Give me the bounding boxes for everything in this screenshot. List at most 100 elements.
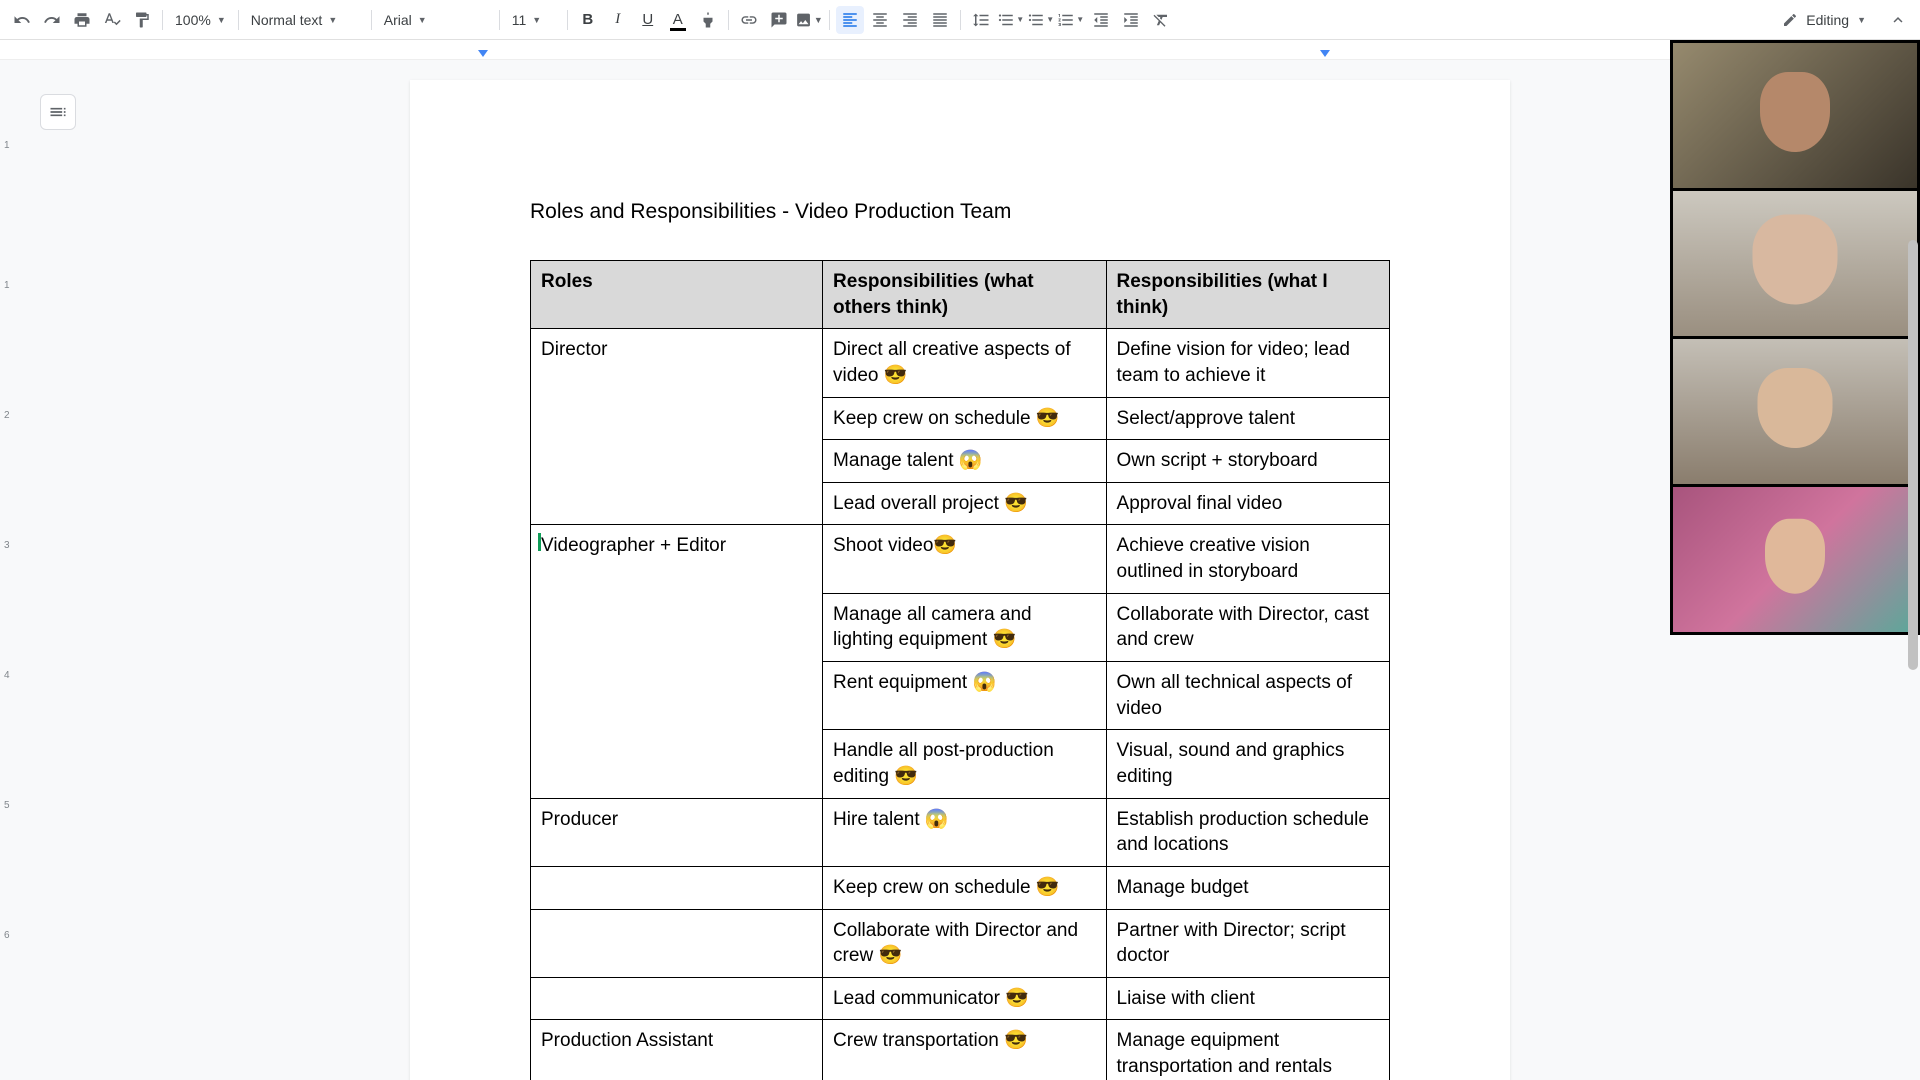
header-roles[interactable]: Roles (531, 261, 823, 329)
cell-resp-others[interactable]: Crew transportation 😎 (823, 1020, 1106, 1080)
cell-resp-others[interactable]: Manage all camera and lighting equipment… (823, 593, 1106, 661)
align-right-button[interactable] (896, 6, 924, 34)
vertical-ruler[interactable]: 1 1 2 3 4 5 6 (0, 60, 20, 1080)
print-button[interactable] (68, 6, 96, 34)
fontsize-dropdown[interactable]: 11 ▼ (506, 6, 561, 34)
vertical-scrollbar[interactable] (1908, 200, 1918, 810)
cell-resp-others[interactable]: Rent equipment 😱 (823, 662, 1106, 730)
scroll-thumb[interactable] (1908, 240, 1918, 670)
document-outline-button[interactable] (40, 94, 76, 130)
table-row[interactable]: Videographer + EditorShoot video😎Achieve… (531, 525, 1390, 593)
italic-button[interactable]: I (604, 6, 632, 34)
roles-table[interactable]: Roles Responsibilities (what others thin… (530, 260, 1390, 1080)
document-canvas[interactable]: 1 1 2 3 4 5 6 Roles and Responsibilities… (0, 60, 1920, 1080)
table-row[interactable]: ProducerHire talent 😱Establish productio… (531, 798, 1390, 866)
cell-role[interactable] (531, 977, 823, 1020)
table-row[interactable]: Keep crew on schedule 😎Manage budget (531, 866, 1390, 909)
numbered-list-button[interactable]: ▼ (1057, 6, 1085, 34)
chevron-down-icon: ▼ (814, 15, 823, 25)
zoom-value: 100% (175, 12, 211, 28)
editing-mode-button[interactable]: Editing ▼ (1772, 5, 1876, 35)
insert-link-button[interactable] (735, 6, 763, 34)
insert-comment-button[interactable] (765, 6, 793, 34)
table-row[interactable]: DirectorDirect all creative aspects of v… (531, 329, 1390, 397)
video-participant-4[interactable] (1673, 487, 1917, 632)
chevron-down-icon: ▼ (1857, 15, 1866, 25)
cell-resp-others[interactable]: Shoot video😎 (823, 525, 1106, 593)
table-row[interactable]: Production AssistantCrew transportation … (531, 1020, 1390, 1080)
cell-resp-mine[interactable]: Define vision for video; lead team to ac… (1106, 329, 1389, 397)
cell-resp-others[interactable]: Handle all post-production editing 😎 (823, 730, 1106, 798)
editing-label: Editing (1806, 12, 1849, 28)
increase-indent-button[interactable] (1117, 6, 1145, 34)
cell-role[interactable]: Producer (531, 798, 823, 866)
highlight-button[interactable] (694, 6, 722, 34)
cell-resp-mine[interactable]: Collaborate with Director, cast and crew (1106, 593, 1389, 661)
video-participant-3[interactable] (1673, 339, 1917, 484)
cell-resp-others[interactable]: Keep crew on schedule 😎 (823, 866, 1106, 909)
cell-resp-mine[interactable]: Achieve creative vision outlined in stor… (1106, 525, 1389, 593)
paragraph-style-dropdown[interactable]: Normal text ▼ (245, 6, 365, 34)
cell-role[interactable] (531, 866, 823, 909)
table-row[interactable]: Lead communicator 😎Liaise with client (531, 977, 1390, 1020)
collapse-toolbar-button[interactable] (1884, 6, 1912, 34)
undo-button[interactable] (8, 6, 36, 34)
toolbar: 100% ▼ Normal text ▼ Arial ▼ 11 ▼ B I U … (0, 0, 1920, 40)
outline-icon (48, 102, 68, 122)
cell-role[interactable]: Production Assistant (531, 1020, 823, 1080)
bold-button[interactable]: B (574, 6, 602, 34)
cell-resp-mine[interactable]: Partner with Director; script doctor (1106, 909, 1389, 977)
cell-resp-mine[interactable]: Approval final video (1106, 482, 1389, 525)
cell-resp-mine[interactable]: Select/approve talent (1106, 397, 1389, 440)
cell-resp-others[interactable]: Keep crew on schedule 😎 (823, 397, 1106, 440)
clear-formatting-button[interactable] (1147, 6, 1175, 34)
cell-role[interactable] (531, 909, 823, 977)
cell-resp-others[interactable]: Collaborate with Director and crew 😎 (823, 909, 1106, 977)
spellcheck-button[interactable] (98, 6, 126, 34)
cell-resp-others[interactable]: Lead overall project 😎 (823, 482, 1106, 525)
underline-button[interactable]: U (634, 6, 662, 34)
paint-format-button[interactable] (128, 6, 156, 34)
cell-resp-mine[interactable]: Own all technical aspects of video (1106, 662, 1389, 730)
decrease-indent-button[interactable] (1087, 6, 1115, 34)
cell-resp-mine[interactable]: Establish production schedule and locati… (1106, 798, 1389, 866)
insert-image-button[interactable]: ▼ (795, 6, 823, 34)
cell-role[interactable]: Videographer + Editor (531, 525, 823, 798)
separator (829, 10, 830, 30)
cell-resp-mine[interactable]: Visual, sound and graphics editing (1106, 730, 1389, 798)
text-color-button[interactable]: A (664, 6, 692, 34)
right-margin-marker[interactable] (1320, 50, 1330, 57)
redo-button[interactable] (38, 6, 66, 34)
video-participant-1[interactable] (1673, 43, 1917, 188)
font-dropdown[interactable]: Arial ▼ (378, 6, 493, 34)
cell-resp-mine[interactable]: Own script + storyboard (1106, 440, 1389, 483)
checklist-button[interactable]: ▼ (997, 6, 1025, 34)
chevron-down-icon: ▼ (328, 15, 337, 25)
cell-resp-mine[interactable]: Manage budget (1106, 866, 1389, 909)
cell-resp-others[interactable]: Hire talent 😱 (823, 798, 1106, 866)
cell-resp-mine[interactable]: Manage equipment transportation and rent… (1106, 1020, 1389, 1080)
left-indent-marker[interactable] (478, 50, 488, 60)
align-left-button[interactable] (836, 6, 864, 34)
cell-role[interactable]: Director (531, 329, 823, 525)
cell-resp-others[interactable]: Direct all creative aspects of video 😎 (823, 329, 1106, 397)
video-call-panel[interactable] (1670, 40, 1920, 635)
cell-resp-others[interactable]: Manage talent 😱 (823, 440, 1106, 483)
line-spacing-button[interactable] (967, 6, 995, 34)
header-resp-others[interactable]: Responsibilities (what others think) (823, 261, 1106, 329)
align-center-button[interactable] (866, 6, 894, 34)
bulleted-list-button[interactable]: ▼ (1027, 6, 1055, 34)
header-resp-mine[interactable]: Responsibilities (what I think) (1106, 261, 1389, 329)
font-value: Arial (384, 12, 412, 28)
cell-resp-others[interactable]: Lead communicator 😎 (823, 977, 1106, 1020)
zoom-dropdown[interactable]: 100% ▼ (169, 6, 232, 34)
document-page[interactable]: Roles and Responsibilities - Video Produ… (410, 80, 1510, 1080)
video-participant-2[interactable] (1673, 191, 1917, 336)
table-row[interactable]: Collaborate with Director and crew 😎Part… (531, 909, 1390, 977)
cell-resp-mine[interactable]: Liaise with client (1106, 977, 1389, 1020)
separator (162, 10, 163, 30)
separator (371, 10, 372, 30)
document-title[interactable]: Roles and Responsibilities - Video Produ… (530, 200, 1390, 224)
horizontal-ruler[interactable]: 1 1 2 3 4 5 6 7 (0, 40, 1920, 60)
align-justify-button[interactable] (926, 6, 954, 34)
